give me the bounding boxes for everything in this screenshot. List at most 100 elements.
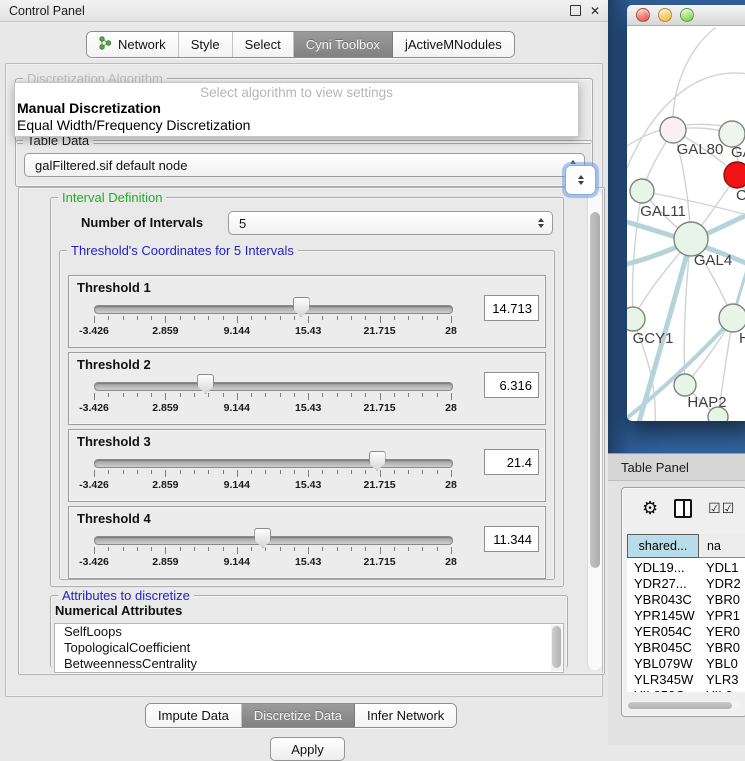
- attribute-list-item[interactable]: SelfLoops: [55, 624, 563, 640]
- table-cell[interactable]: YBL0: [699, 656, 745, 672]
- network-node-label: GAL80: [677, 141, 724, 158]
- table-row[interactable]: YIL052CYIL0: [627, 688, 745, 692]
- slider-track[interactable]: [94, 305, 453, 314]
- network-node-label: GCY1: [633, 330, 674, 347]
- table-column-header[interactable]: na: [699, 534, 745, 558]
- table-cell[interactable]: YDR2: [699, 576, 745, 592]
- table-data-combobox[interactable]: galFiltered.sif default node: [24, 153, 585, 177]
- threshold-2-slider[interactable]: -3.4262.8599.14415.4321.71528: [69, 353, 509, 424]
- table-row[interactable]: YBR045CYBR0: [627, 640, 745, 656]
- settings-vertical-scrollbar[interactable]: [587, 190, 602, 670]
- apply-button[interactable]: Apply: [270, 737, 345, 761]
- table-cell[interactable]: YBR043C: [627, 592, 699, 608]
- threshold-3-value-field[interactable]: 21.4: [484, 449, 539, 475]
- table-cell[interactable]: YLR345W: [627, 672, 699, 688]
- control-panel-tabbar: Network Style Select Cyni Toolbox jActiv…: [86, 31, 515, 58]
- table-cell[interactable]: YPR145W: [627, 608, 699, 624]
- tab-impute-data-label: Impute Data: [158, 708, 229, 723]
- table-row[interactable]: YER054CYER0: [627, 624, 745, 640]
- algorithm-option-manual[interactable]: Manual Discretization: [15, 100, 578, 117]
- network-canvas[interactable]: GAL80GACGAL11GAL4GCY1HHAP2: [627, 26, 745, 421]
- tab-network[interactable]: Network: [87, 32, 179, 57]
- slider-tick-label: 21.715: [364, 325, 396, 337]
- table-cell[interactable]: YDL1: [699, 560, 745, 576]
- threshold-4-value-field[interactable]: 11.344: [484, 526, 539, 552]
- slider-tick-label: 9.144: [224, 479, 250, 491]
- slider-track[interactable]: [94, 459, 453, 468]
- float-window-icon[interactable]: [568, 4, 582, 18]
- slider-tick-label: 2.859: [152, 556, 178, 568]
- minimize-traffic-light[interactable]: [658, 8, 672, 22]
- algorithm-combo-stepper[interactable]: [565, 165, 596, 195]
- network-node-h[interactable]: [719, 304, 745, 332]
- threshold-2-value-field[interactable]: 6.316: [484, 372, 539, 398]
- slider-thumb[interactable]: [293, 297, 310, 317]
- table-row[interactable]: YBR043CYBR0: [627, 592, 745, 608]
- network-node[interactable]: [708, 407, 728, 421]
- tab-select[interactable]: Select: [233, 32, 294, 57]
- tab-style[interactable]: Style: [179, 32, 233, 57]
- slider-tick-label: 2.859: [152, 325, 178, 337]
- table-cell[interactable]: YDR27...: [627, 576, 699, 592]
- network-node-hap2[interactable]: [674, 374, 696, 396]
- table-row[interactable]: YPR145WYPR1: [627, 608, 745, 624]
- threshold-3-slider[interactable]: -3.4262.8599.14415.4321.71528: [69, 430, 509, 501]
- table-cell[interactable]: YLR3: [699, 672, 745, 688]
- table-row[interactable]: YLR345WYLR3: [627, 672, 745, 688]
- network-node-gal80[interactable]: [660, 117, 686, 143]
- slider-tick-label: 21.715: [364, 402, 396, 414]
- tab-infer-network[interactable]: Infer Network: [355, 704, 456, 727]
- table-cell[interactable]: YBL079W: [627, 656, 699, 672]
- network-node-gcy1[interactable]: [627, 307, 645, 331]
- slider-tick-label: 9.144: [224, 402, 250, 414]
- attribute-list-item[interactable]: TopologicalCoefficient: [55, 640, 563, 656]
- table-cell[interactable]: YIL0: [699, 688, 745, 692]
- table-cell[interactable]: YER054C: [627, 624, 699, 640]
- table-checkbox-icons[interactable]: ☑☑: [708, 500, 735, 517]
- zoom-traffic-light[interactable]: [680, 8, 694, 22]
- slider-track[interactable]: [94, 382, 453, 391]
- table-columns-icon[interactable]: [674, 499, 692, 518]
- table-column-header[interactable]: shared...: [627, 534, 699, 558]
- network-node-c[interactable]: [724, 162, 745, 188]
- slider-thumb[interactable]: [197, 374, 214, 394]
- table-row[interactable]: YDL19...YDL1: [627, 560, 745, 576]
- threshold-1-slider[interactable]: -3.4262.8599.14415.4321.71528: [69, 276, 509, 347]
- table-row[interactable]: YDR27...YDR2: [627, 576, 745, 592]
- tab-jactivemnodules[interactable]: jActiveMNodules: [393, 32, 514, 57]
- table-cell[interactable]: YBR0: [699, 640, 745, 656]
- close-icon[interactable]: ✕: [588, 4, 602, 18]
- numerical-attributes-list[interactable]: SelfLoopsTopologicalCoefficientBetweenne…: [54, 623, 564, 673]
- table-settings-icon[interactable]: ⚙: [642, 499, 658, 517]
- tab-infer-network-label: Infer Network: [367, 708, 444, 723]
- table-row[interactable]: YBL079WYBL0: [627, 656, 745, 672]
- network-node-gal4[interactable]: [674, 222, 708, 256]
- algorithm-option-equal-width[interactable]: Equal Width/Frequency Discretization: [15, 117, 578, 134]
- tab-discretize-data[interactable]: Discretize Data: [242, 704, 355, 727]
- slider-thumb[interactable]: [369, 451, 386, 471]
- number-of-intervals-combobox[interactable]: 5: [228, 211, 553, 235]
- table-cell[interactable]: YBR0: [699, 592, 745, 608]
- table-panel-titlebar: Table Panel: [608, 453, 745, 481]
- slider-track[interactable]: [94, 536, 453, 545]
- threshold-4-slider[interactable]: -3.4262.8599.14415.4321.71528: [69, 507, 509, 578]
- slider-ticks: [94, 393, 451, 401]
- attributes-list-scrollbar[interactable]: [551, 625, 562, 671]
- threshold-1-value-field[interactable]: 14.713: [484, 295, 539, 321]
- network-node-gal11[interactable]: [630, 179, 654, 203]
- table-cell[interactable]: YPR1: [699, 608, 745, 624]
- tab-impute-data[interactable]: Impute Data: [146, 704, 242, 727]
- network-view-window[interactable]: GAL80GACGAL11GAL4GCY1HHAP2: [627, 5, 745, 421]
- table-cell[interactable]: YDL19...: [627, 560, 699, 576]
- tab-discretize-data-label: Discretize Data: [254, 708, 342, 723]
- table-horizontal-scrollbar[interactable]: [626, 701, 740, 710]
- table-cell[interactable]: YBR045C: [627, 640, 699, 656]
- attributes-group-title: Attributes to discretize: [58, 588, 194, 603]
- close-traffic-light[interactable]: [636, 8, 650, 22]
- table-cell[interactable]: YER0: [699, 624, 745, 640]
- slider-thumb[interactable]: [254, 528, 271, 548]
- table-cell[interactable]: YIL052C: [627, 688, 699, 692]
- attribute-list-item[interactable]: BetweennessCentrality: [55, 656, 563, 672]
- right-region: GAL80GACGAL11GAL4GCY1HHAP2 Table Panel ⚙…: [608, 0, 745, 745]
- tab-cyni-toolbox[interactable]: Cyni Toolbox: [294, 32, 393, 57]
